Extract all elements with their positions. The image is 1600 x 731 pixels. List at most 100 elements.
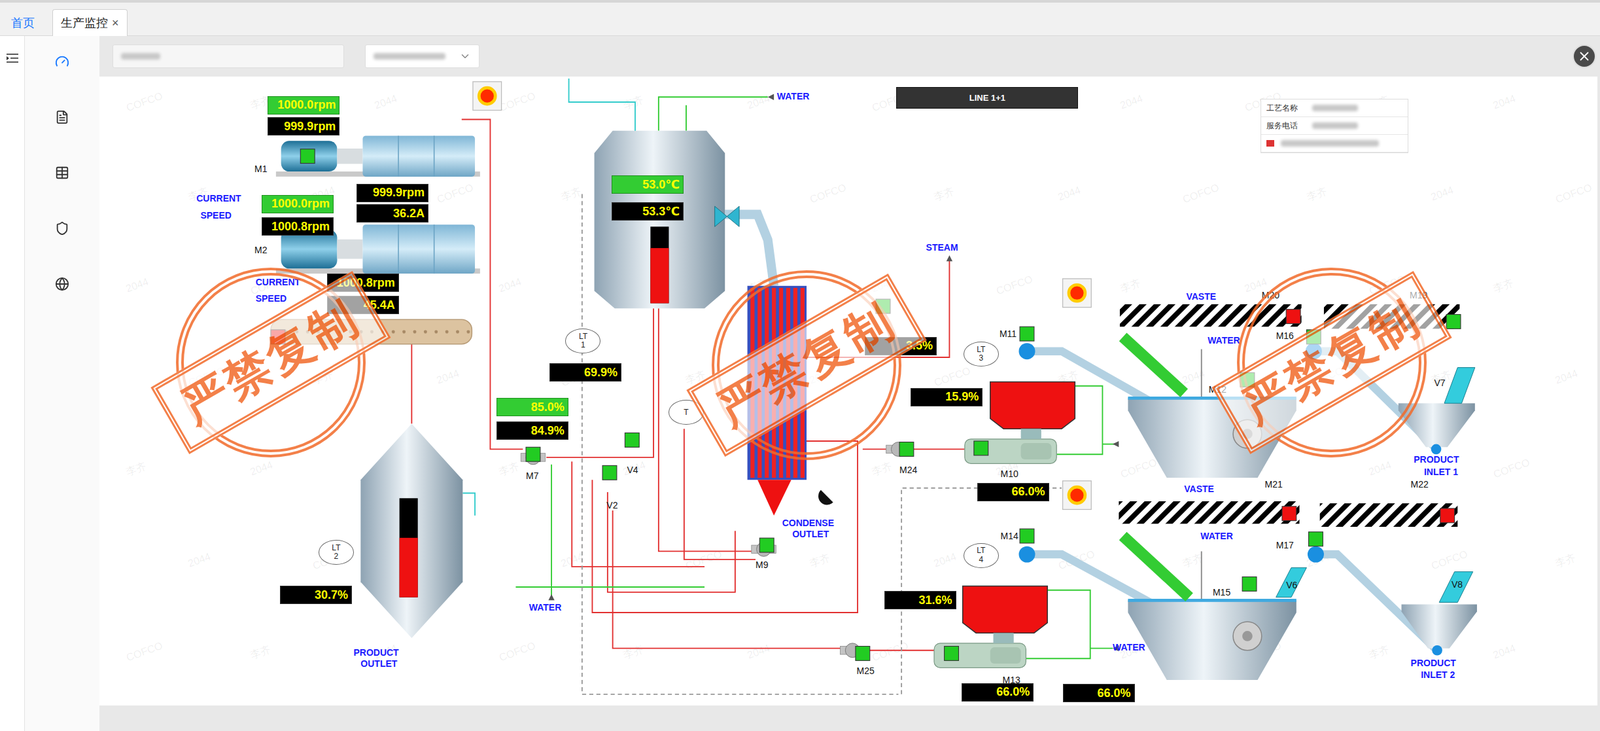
watermark: COFCO <box>932 365 973 390</box>
equipment-tag: M11 <box>999 328 1017 339</box>
status-light <box>1019 528 1035 543</box>
pipe <box>550 464 553 598</box>
status-light <box>973 440 989 456</box>
sensor-type: LT <box>976 546 986 555</box>
copy-stamp: 严禁复制 <box>1223 254 1440 471</box>
watermark: 2044 <box>1491 92 1518 112</box>
collapse-icon[interactable] <box>6 52 19 64</box>
pipe <box>1315 554 1438 651</box>
equipment-tag: V8 <box>1451 578 1463 590</box>
incline-conveyor <box>1123 336 1185 394</box>
main: COFCO 李齐 2044 COFCO 李齐 2044 COFCO 李齐 2044 COFCO 李齐… <box>99 35 1600 731</box>
flow-label: PRODUCT <box>1413 453 1459 465</box>
sidebar-item[interactable] <box>54 221 70 236</box>
watermark: 2044 <box>932 550 959 570</box>
equipment-tag: M14 <box>1000 530 1018 541</box>
info-row <box>1261 134 1408 153</box>
product-bin <box>1401 604 1477 649</box>
equipment-tag: M2 <box>254 244 267 256</box>
watermark: 李齐 <box>1304 184 1329 205</box>
close-button[interactable] <box>1572 44 1597 69</box>
flow-label: CURRENT <box>196 192 241 204</box>
reading: 66.0% <box>961 682 1034 702</box>
sidebar-item[interactable] <box>54 165 70 180</box>
side-rail <box>0 35 25 731</box>
equipment-tag: M15 <box>1212 586 1231 598</box>
filter-bar <box>99 35 1600 77</box>
sensor-number: 2 <box>334 552 339 561</box>
search-field[interactable] <box>112 44 345 69</box>
status-light <box>1240 372 1255 387</box>
watermark: COFCO <box>124 639 165 664</box>
sensor-type: LT <box>331 543 341 553</box>
chute <box>1439 571 1473 603</box>
sidebar-item[interactable] <box>54 276 70 292</box>
globe-icon <box>54 276 70 292</box>
reading: 3.5% <box>864 336 937 356</box>
flow-label: WATER <box>777 90 810 102</box>
valve-icon <box>714 206 740 227</box>
conveyor-belt <box>1323 304 1460 329</box>
watermark: 2044 <box>124 275 151 295</box>
select-field[interactable] <box>365 44 480 69</box>
watermark: COFCO <box>1554 181 1594 207</box>
alarm-light <box>472 81 502 111</box>
flow-label: VASTE <box>1183 483 1215 494</box>
flow-label: WATER <box>529 601 562 613</box>
tab[interactable]: 首页 <box>2 9 44 36</box>
level-sensor: LT2 <box>318 539 354 565</box>
watermark: COFCO <box>994 273 1035 298</box>
equipment-tag: V6 <box>1286 579 1298 591</box>
hopper <box>1127 397 1296 478</box>
sensor-type: T <box>683 408 689 417</box>
status-light <box>1440 508 1455 523</box>
watermark: 李齐 <box>496 459 521 480</box>
tab-close[interactable]: × <box>111 16 120 31</box>
stamp-ring <box>711 270 902 460</box>
equipment-tag: V4 <box>627 464 639 475</box>
watermark: 2044 <box>1429 183 1456 203</box>
sidebar-item[interactable] <box>54 54 70 69</box>
reading: 1000.0rpm <box>261 194 334 214</box>
pipe <box>1200 550 1203 600</box>
table-icon <box>54 165 70 180</box>
reading: 31.6% <box>884 590 957 609</box>
sensor-number: 3 <box>978 353 984 363</box>
pipe <box>515 586 705 588</box>
equipment-tag: M17 <box>1276 539 1294 551</box>
blurred-text <box>1312 104 1358 112</box>
watermark: 2044 <box>497 275 524 295</box>
watermark: COFCO <box>497 639 538 664</box>
pipe <box>862 649 935 651</box>
watermark: 2044 <box>1056 183 1083 203</box>
pipe-end <box>1019 546 1036 563</box>
heat-exchanger <box>747 285 807 516</box>
tab[interactable]: 生产监控× <box>52 9 128 36</box>
watermark: 2044 <box>1180 366 1207 386</box>
conveyor-belt <box>1119 304 1302 327</box>
pipe-end <box>1305 342 1322 360</box>
motor <box>276 135 481 176</box>
flow-label: WATER <box>1200 530 1234 541</box>
conveyor-belt <box>1118 501 1300 524</box>
reading: 999.9rpm <box>267 117 340 136</box>
watermark: COFCO <box>435 181 475 207</box>
sidebar-item[interactable] <box>54 109 70 125</box>
flow-label: PRODUCT <box>1410 657 1457 668</box>
stamp-ring <box>175 267 366 458</box>
alarm-light <box>1062 278 1092 308</box>
flow-label: WATER <box>1207 334 1241 346</box>
watermark: COFCO <box>1119 456 1159 481</box>
status-light <box>855 646 870 661</box>
flow-label: INLET 2 <box>1420 669 1455 680</box>
reading: 36.2A <box>356 204 429 223</box>
pipe-end <box>1431 444 1442 455</box>
status-light <box>1019 326 1035 341</box>
flow-label: SPEED <box>255 293 287 304</box>
watermark: 李齐 <box>558 184 583 205</box>
watermark: 李齐 <box>1552 550 1578 572</box>
status-light <box>1306 329 1321 345</box>
watermark: 2044 <box>869 275 897 295</box>
watermark: COFCO <box>808 181 848 207</box>
shield-icon <box>54 221 70 236</box>
